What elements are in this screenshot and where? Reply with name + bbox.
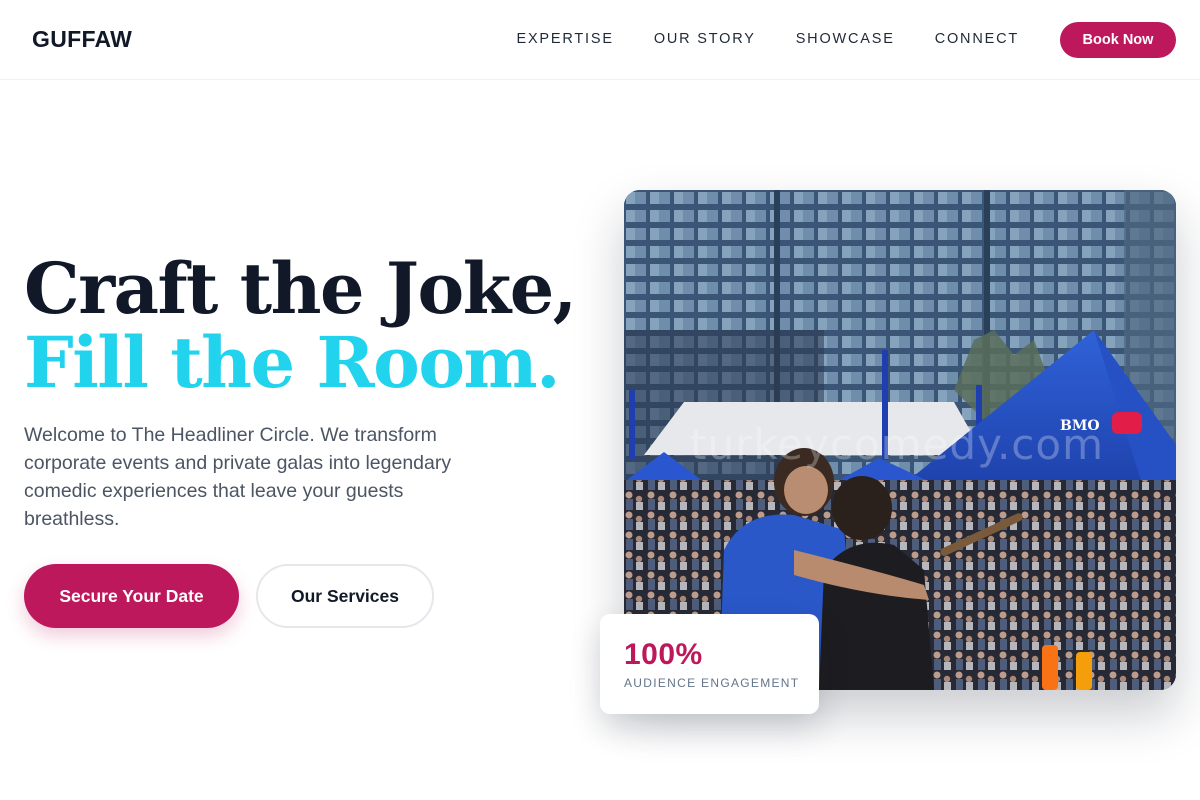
hero-description: Welcome to The Headliner Circle. We tran… <box>24 424 452 530</box>
stat-label: AUDIENCE ENGAGEMENT <box>624 676 800 690</box>
photo-watermark: turkeycomedy.com <box>690 420 1104 469</box>
stat-value: 100% <box>624 638 703 671</box>
tent-sign: BMO <box>1060 418 1100 434</box>
nav-link-expertise[interactable]: EXPERTISE <box>516 31 613 47</box>
engagement-stat-card: 100% AUDIENCE ENGAGEMENT <box>600 614 819 714</box>
nav-link-showcase[interactable]: SHOWCASE <box>796 31 895 47</box>
hero-title-line-1: Craft the Joke, <box>24 247 577 330</box>
nav-link-our-story[interactable]: OUR STORY <box>654 31 756 47</box>
our-services-button[interactable]: Our Services <box>256 564 434 628</box>
main-nav: EXPERTISE OUR STORY SHOWCASE CONNECT <box>516 31 1019 47</box>
book-now-button[interactable]: Book Now <box>1060 22 1176 58</box>
secure-your-date-button[interactable]: Secure Your Date <box>24 564 239 628</box>
nav-link-connect[interactable]: CONNECT <box>935 31 1019 47</box>
site-header: GUFFAW EXPERTISE OUR STORY SHOWCASE CONN… <box>0 0 1200 80</box>
hero-title-line-2: Fill the Room. <box>24 321 560 404</box>
hero-title: Craft the Joke, Fill the Room. <box>24 247 577 404</box>
brand-logo[interactable]: GUFFAW <box>32 26 132 53</box>
